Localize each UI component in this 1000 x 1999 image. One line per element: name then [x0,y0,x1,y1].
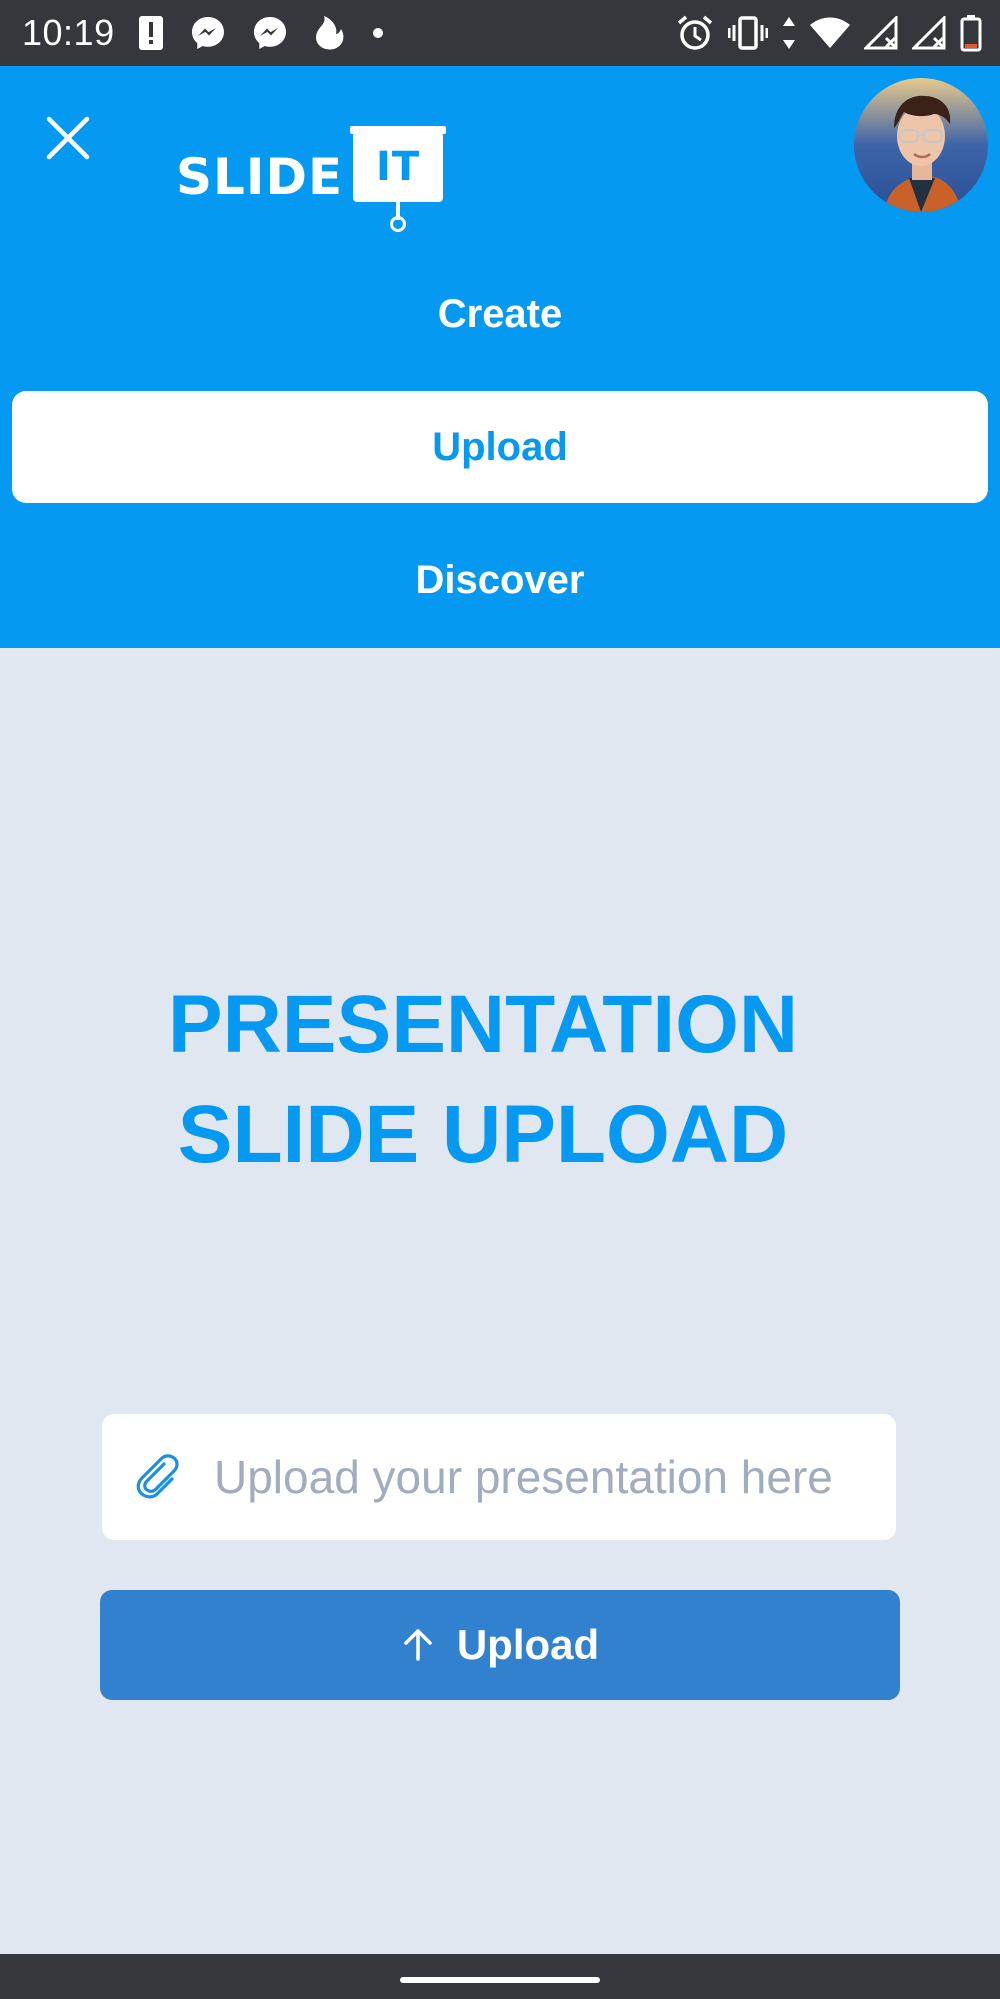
wifi-icon [810,17,850,49]
logo-text: SLIDE [176,148,344,206]
paperclip-icon [132,1454,182,1500]
close-button[interactable] [38,108,98,168]
status-time: 10:19 [22,12,115,53]
slideit-logo: SLIDE IT [176,112,447,232]
page-title-line-2: SLIDE UPLOAD [177,1089,789,1180]
data-arrows-icon [782,16,796,50]
notification-icons [138,12,384,54]
logo-board-text: IT [376,144,421,190]
tinder-flame-icon [314,14,346,52]
tab-create[interactable]: Create [12,258,988,370]
vibrate-icon [728,16,768,50]
alarm-icon [676,14,714,52]
battery-icon [960,14,982,52]
page-title-line-1: PRESENTATION [167,979,799,1070]
dot-icon [372,27,384,39]
tab-discover[interactable]: Discover [12,524,988,636]
messenger-icon [190,15,226,51]
tab-upload[interactable]: Upload [12,391,988,503]
presentation-file-input[interactable] [214,1450,854,1504]
upload-button-label: Upload [456,1621,600,1668]
alert-icon [138,15,164,51]
system-nav-bar [0,1954,1000,1999]
presentation-board-icon: IT [350,126,447,232]
presentation-file-field[interactable] [102,1414,896,1540]
signal-no-service-icon [864,16,898,50]
status-bar: 10:19 [0,0,1000,66]
messenger-icon [252,15,288,51]
app-header: SLIDE IT Create Upload Discover [0,66,1000,648]
upload-button[interactable]: Upload [100,1590,900,1700]
system-icons [676,12,982,54]
home-gesture-handle[interactable] [400,1977,600,1983]
close-icon [46,116,90,160]
upload-page: PRESENTATION SLIDE UPLOAD Upload [0,648,1000,1954]
arrow-up-icon [404,1629,432,1661]
page-title: PRESENTATION SLIDE UPLOAD [0,970,966,1190]
user-avatar[interactable] [854,78,988,212]
signal-no-service-icon [912,16,946,50]
